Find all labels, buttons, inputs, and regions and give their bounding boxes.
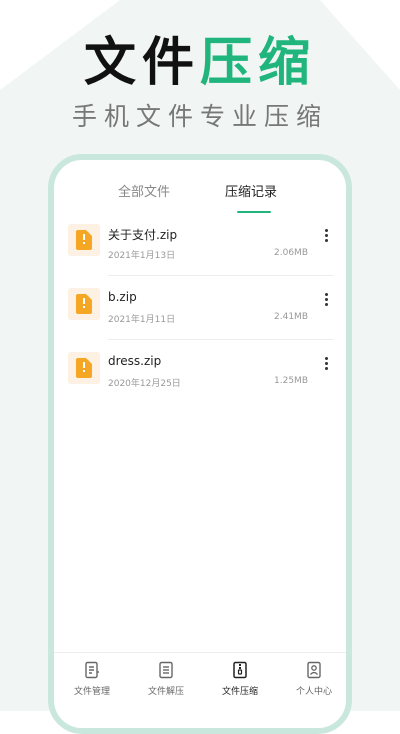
file-date: 2020年12月25日 (108, 379, 181, 389)
more-options-icon[interactable] (322, 292, 330, 308)
document-lines-icon (159, 661, 173, 679)
nav-file-extract[interactable]: 文件解压 (130, 661, 202, 697)
list-item[interactable]: b.zip 2021年1月11日 2.41MB (54, 276, 346, 340)
file-list: 关于支付.zip 2021年1月13日 2.06MB b.zip 2021年1月… (54, 212, 346, 404)
nav-label: 个人中心 (295, 687, 332, 697)
file-size: 1.25MB (274, 376, 308, 386)
file-name: 关于支付.zip (108, 228, 178, 242)
nav-label: 文件管理 (73, 687, 110, 697)
person-card-icon (307, 661, 321, 679)
bottom-nav: 文件管理 文件解压 文件压缩 个人中心 (54, 652, 346, 728)
tab-all-files[interactable]: 全部文件 (118, 178, 170, 208)
zip-file-icon (68, 352, 100, 384)
file-date: 2021年1月11日 (108, 315, 176, 325)
hero-subtitle: 手机文件专业压缩 (71, 102, 328, 131)
more-options-icon[interactable] (322, 356, 330, 372)
list-item[interactable]: 关于支付.zip 2021年1月13日 2.06MB (54, 212, 346, 276)
document-list-icon (85, 661, 99, 679)
file-date: 2021年1月13日 (108, 251, 176, 261)
nav-file-compress[interactable]: 文件压缩 (204, 661, 276, 697)
nav-label: 文件压缩 (221, 687, 258, 697)
zip-file-icon (68, 224, 100, 256)
more-options-icon[interactable] (322, 228, 330, 244)
file-size: 2.41MB (274, 312, 308, 322)
file-name: dress.zip (108, 354, 162, 368)
hero-title: 文件压缩 (0, 30, 400, 96)
hero-title-dark: 文件 (83, 33, 200, 93)
file-name: b.zip (108, 290, 137, 304)
hero-title-accent: 压缩 (200, 33, 317, 93)
list-item[interactable]: dress.zip 2020年12月25日 1.25MB (54, 340, 346, 404)
nav-label: 文件解压 (147, 687, 184, 697)
phone-frame: 全部文件 压缩记录 关于支付.zip 2021年1月13日 2.06MB b.z… (48, 154, 352, 734)
nav-profile[interactable]: 个人中心 (278, 661, 346, 697)
zip-file-icon (68, 288, 100, 320)
nav-file-manager[interactable]: 文件管理 (56, 661, 128, 697)
tab-compress-history[interactable]: 压缩记录 (225, 178, 277, 208)
file-size: 2.06MB (274, 248, 308, 258)
archive-zipper-icon (233, 661, 247, 679)
